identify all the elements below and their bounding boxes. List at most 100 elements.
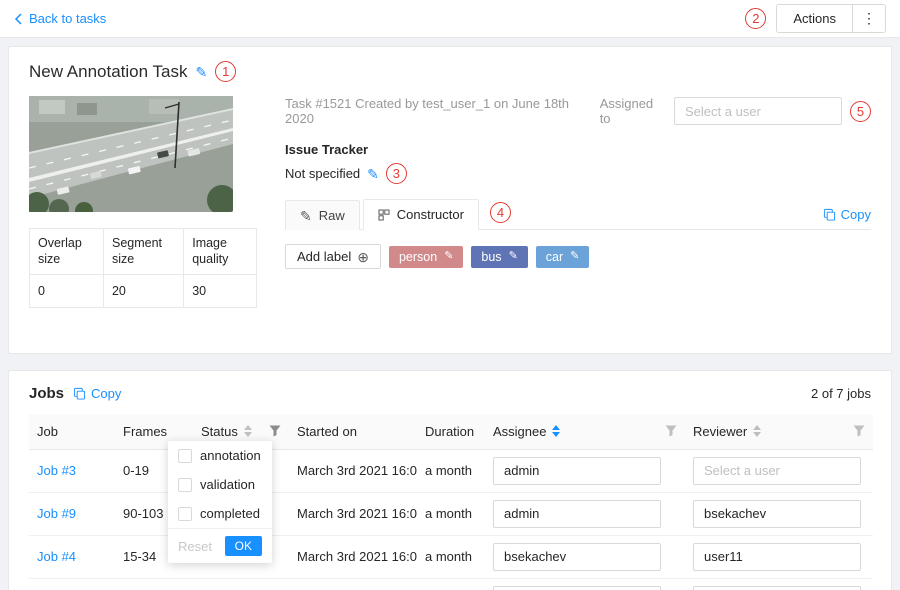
edit-issue-tracker-icon[interactable]: ✎	[367, 167, 379, 181]
status-filter-dropdown: annotation validation completed Reset OK	[168, 441, 272, 563]
col-job: Job	[29, 414, 115, 449]
add-label-button[interactable]: Add label ⊕	[285, 244, 381, 269]
callout-1: 1	[215, 61, 236, 82]
col-reviewer-label: Reviewer	[693, 424, 747, 439]
col-frames-label: Frames	[123, 424, 167, 439]
assignee-sort-icon[interactable]	[552, 425, 560, 437]
label-tag-person[interactable]: person ✎	[389, 246, 463, 268]
page-title: New Annotation Task	[29, 62, 187, 82]
reviewer-input[interactable]	[693, 586, 861, 590]
col-status-label: Status	[201, 424, 238, 439]
duration-cell: a month	[417, 535, 485, 578]
more-vertical-icon: ⋮	[862, 10, 876, 26]
task-preview-image	[29, 96, 233, 212]
add-label-text: Add label	[297, 249, 351, 264]
param-header-overlap: Overlap size	[30, 229, 104, 275]
started-on-cell: March 3rd 2021 16:03	[289, 578, 417, 590]
table-row: Job #8 75-94 completed? March 3rd 2021 1…	[29, 578, 873, 590]
reviewer-filter-icon[interactable]	[853, 425, 865, 437]
reviewer-input[interactable]	[693, 543, 861, 571]
raw-pencil-icon: ✎	[300, 209, 312, 223]
started-on-cell: March 3rd 2021 16:03	[289, 449, 417, 492]
duration-cell: a month	[417, 578, 485, 590]
plus-circle-icon: ⊕	[357, 250, 369, 264]
col-reviewer: Reviewer	[685, 414, 873, 449]
copy-icon	[73, 387, 86, 400]
col-duration-label: Duration	[425, 424, 474, 439]
issue-tracker-label: Issue Tracker	[285, 142, 871, 157]
status-sort-icon[interactable]	[244, 425, 252, 437]
status-cell: completed?	[193, 578, 289, 590]
col-duration: Duration	[417, 414, 485, 449]
edit-task-name-icon[interactable]: ✎	[195, 65, 207, 79]
assignee-input[interactable]	[493, 500, 661, 528]
filter-option-validation-label: validation	[200, 477, 255, 492]
constructor-icon	[378, 209, 390, 221]
started-on-cell: March 3rd 2021 16:03	[289, 492, 417, 535]
task-parameters-table: Overlap size Segment size Image quality …	[29, 228, 257, 308]
jobs-section-title: Jobs	[29, 385, 64, 402]
tab-constructor[interactable]: Constructor	[363, 199, 479, 230]
job-link[interactable]: Job #4	[37, 549, 76, 564]
tab-raw-label: Raw	[319, 208, 345, 223]
assignee-input[interactable]	[493, 457, 661, 485]
tab-constructor-label: Constructor	[397, 207, 464, 222]
col-assignee: Assignee	[485, 414, 685, 449]
edit-label-car-icon[interactable]: ✎	[570, 251, 579, 262]
actions-label: Actions	[793, 11, 836, 26]
callout-2: 2	[745, 8, 766, 29]
filter-option-annotation-label: annotation	[200, 448, 261, 463]
reviewer-input[interactable]	[693, 500, 861, 528]
annotation-checkbox[interactable]	[178, 449, 192, 463]
tab-raw[interactable]: ✎ Raw	[285, 200, 360, 230]
ok-filter-button[interactable]: OK	[225, 536, 262, 556]
filter-option-annotation[interactable]: annotation	[168, 441, 272, 470]
table-row: Job #9 90-103 March 3rd 2021 16:03 a mon…	[29, 492, 873, 535]
task-meta-text: Task #1521 Created by test_user_1 on Jun…	[285, 96, 600, 126]
param-header-quality: Image quality	[184, 229, 257, 275]
status-filter-icon[interactable]	[269, 425, 281, 437]
assignee-filter-icon[interactable]	[665, 425, 677, 437]
completed-checkbox[interactable]	[178, 507, 192, 521]
jobs-count: 2 of 7 jobs	[811, 386, 871, 401]
label-tag-car[interactable]: car ✎	[536, 246, 590, 268]
labels-tabbar: ✎ Raw Constructor 4 Copy	[285, 198, 871, 230]
edit-label-bus-icon[interactable]: ✎	[509, 251, 518, 262]
frames-cell: 75-94	[115, 578, 193, 590]
param-header-segment: Segment size	[103, 229, 183, 275]
col-job-label: Job	[37, 424, 58, 439]
filter-option-completed[interactable]: completed	[168, 499, 272, 528]
col-started-on: Started on	[289, 414, 417, 449]
filter-option-validation[interactable]: validation	[168, 470, 272, 499]
callout-3: 3	[386, 163, 407, 184]
job-link[interactable]: Job #9	[37, 506, 76, 521]
back-to-tasks-link[interactable]: Back to tasks	[14, 11, 106, 26]
callout-4: 4	[490, 202, 511, 223]
assignee-input[interactable]	[493, 586, 661, 590]
duration-cell: a month	[417, 492, 485, 535]
reviewer-sort-icon[interactable]	[753, 425, 761, 437]
duration-cell: a month	[417, 449, 485, 492]
param-value-quality: 30	[184, 274, 257, 307]
task-details-card: New Annotation Task ✎ 1	[8, 46, 892, 354]
label-tag-bus[interactable]: bus ✎	[471, 246, 527, 268]
validation-checkbox[interactable]	[178, 478, 192, 492]
actions-button[interactable]: Actions	[777, 5, 853, 32]
copy-labels-link[interactable]: Copy	[823, 207, 871, 222]
jobs-card: Jobs Copy 2 of 7 jobs Job Frames Status	[8, 370, 892, 590]
assignee-input[interactable]	[493, 543, 661, 571]
edit-label-person-icon[interactable]: ✎	[444, 251, 453, 262]
label-tag-person-name: person	[399, 250, 437, 264]
label-tag-bus-name: bus	[481, 250, 501, 264]
reset-filter-button[interactable]: Reset	[178, 539, 212, 554]
param-value-segment: 20	[103, 274, 183, 307]
copy-jobs-link[interactable]: Copy	[73, 386, 121, 401]
assigned-to-input[interactable]	[674, 97, 842, 125]
reviewer-input[interactable]	[693, 457, 861, 485]
callout-5: 5	[850, 101, 871, 122]
chevron-left-icon	[14, 13, 22, 25]
actions-button-group: Actions ⋮	[776, 4, 886, 33]
job-link[interactable]: Job #3	[37, 463, 76, 478]
topbar: Back to tasks 2 Actions ⋮	[0, 0, 900, 38]
more-menu-button[interactable]: ⋮	[853, 5, 885, 32]
